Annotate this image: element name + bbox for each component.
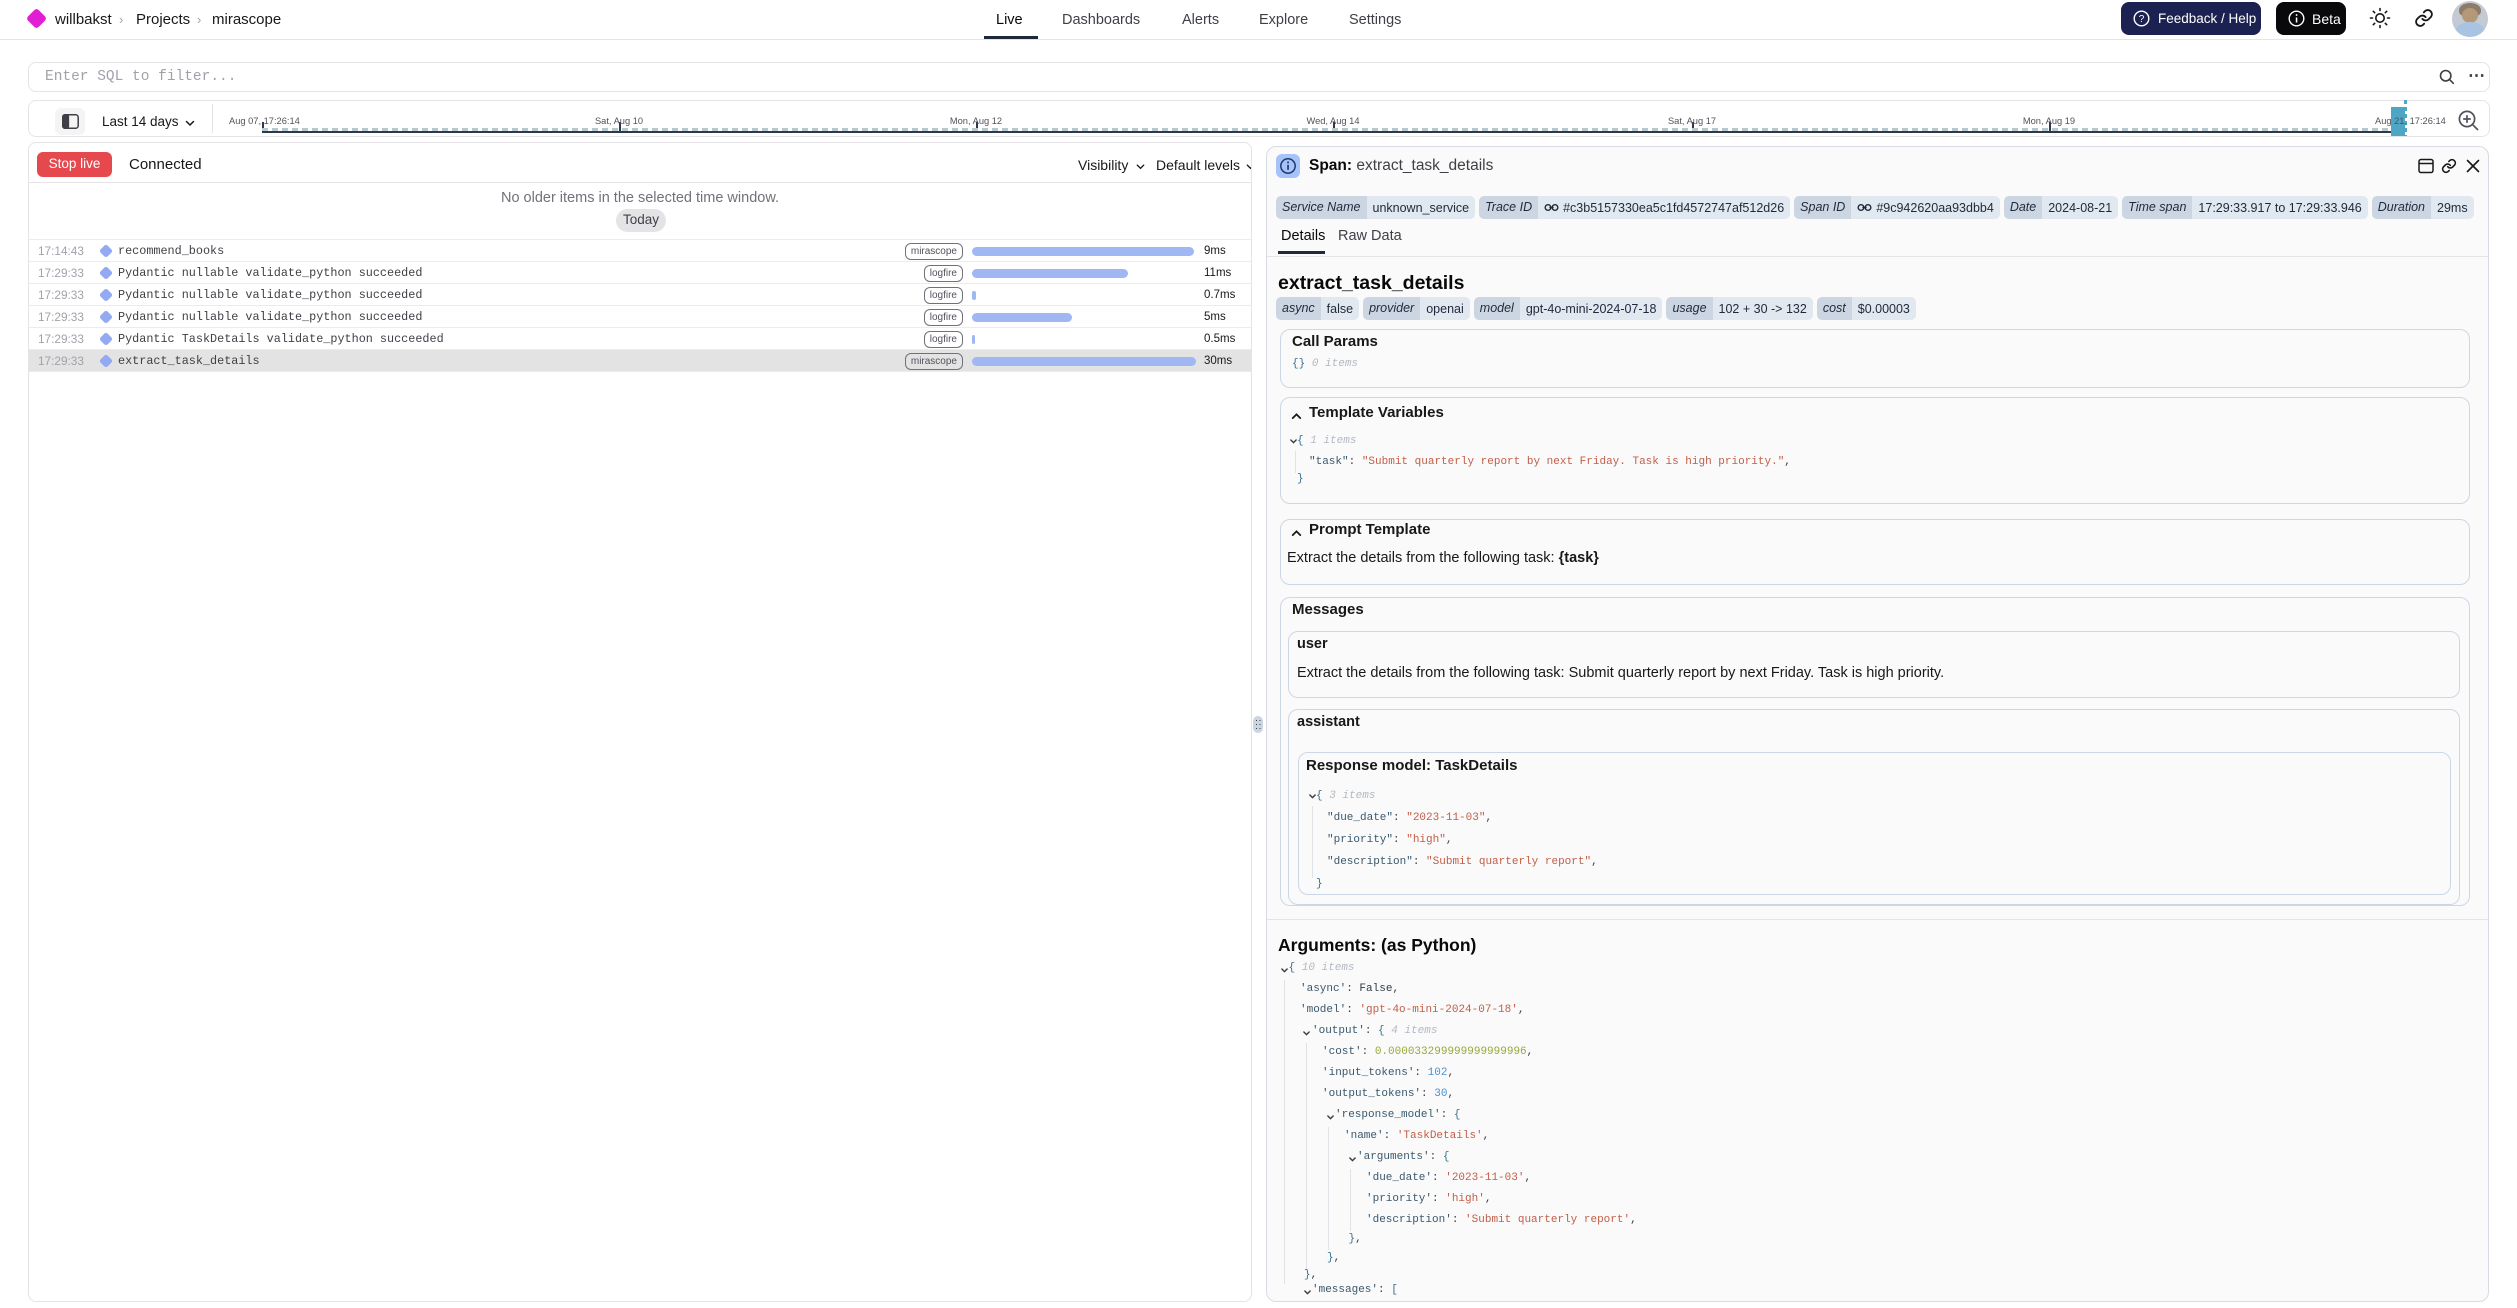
svg-text:?: ? xyxy=(2139,14,2145,25)
